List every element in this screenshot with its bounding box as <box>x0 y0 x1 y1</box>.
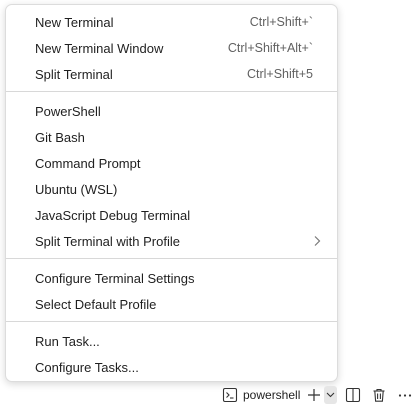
menu-item-split-terminal-with-profile[interactable]: Split Terminal with Profile <box>6 228 337 254</box>
plus-icon <box>308 389 320 401</box>
menu-item-command-prompt[interactable]: Command Prompt <box>6 150 337 176</box>
menu-item-label: Configure Tasks... <box>35 359 139 375</box>
more-icon <box>398 394 412 397</box>
menu-item-label: Select Default Profile <box>35 296 157 312</box>
menu-item-label: Command Prompt <box>35 155 141 171</box>
split-terminal-button[interactable] <box>344 386 362 404</box>
menu-item-label: Split Terminal <box>35 66 113 82</box>
kill-terminal-button[interactable] <box>370 386 388 404</box>
trash-icon <box>373 388 385 402</box>
menu-item-ubuntu-wsl[interactable]: Ubuntu (WSL) <box>6 176 337 202</box>
terminal-tab-powershell[interactable]: powershell <box>222 385 300 405</box>
menu-item-shortcut: Ctrl+Shift+5 <box>246 67 313 81</box>
menu-item-label: Configure Terminal Settings <box>35 270 195 286</box>
menu-item-label: New Terminal Window <box>35 40 164 56</box>
menu-item-run-task[interactable]: Run Task... <box>6 328 337 354</box>
menu-separator <box>6 258 337 259</box>
menu-item-powershell[interactable]: PowerShell <box>6 98 337 124</box>
menu-item-javascript-debug-terminal[interactable]: JavaScript Debug Terminal <box>6 202 337 228</box>
menu-item-configure-terminal-settings[interactable]: Configure Terminal Settings <box>6 265 337 291</box>
new-terminal-button[interactable] <box>304 385 324 405</box>
terminal-icon <box>222 387 238 403</box>
chevron-down-icon <box>326 392 335 398</box>
chevron-right-icon <box>314 236 321 246</box>
menu-item-label: Ubuntu (WSL) <box>35 181 118 197</box>
new-terminal-split-button[interactable] <box>304 384 338 406</box>
menu-separator <box>6 91 337 92</box>
menu-item-shortcut: Ctrl+Shift+` <box>249 15 313 29</box>
menu-item-new-terminal-window[interactable]: New Terminal Window Ctrl+Shift+Alt+` <box>6 35 337 61</box>
menu-item-label: Split Terminal with Profile <box>35 233 180 249</box>
menu-item-label: PowerShell <box>35 103 101 119</box>
menu-item-label: Run Task... <box>35 333 100 349</box>
menu-item-select-default-profile[interactable]: Select Default Profile <box>6 291 337 317</box>
menu-item-label: Git Bash <box>35 129 85 145</box>
menu-item-label: New Terminal <box>35 14 114 30</box>
more-actions-button[interactable] <box>396 386 414 404</box>
split-icon <box>345 387 361 403</box>
menu-item-git-bash[interactable]: Git Bash <box>6 124 337 150</box>
terminal-tab-label: powershell <box>243 388 301 402</box>
new-terminal-dropdown-button[interactable] <box>324 386 337 404</box>
menu-item-shortcut: Ctrl+Shift+Alt+` <box>227 41 313 55</box>
menu-item-configure-tasks[interactable]: Configure Tasks... <box>6 354 337 380</box>
menu-item-split-terminal[interactable]: Split Terminal Ctrl+Shift+5 <box>6 61 337 87</box>
menu-item-new-terminal[interactable]: New Terminal Ctrl+Shift+` <box>6 9 337 35</box>
menu-item-label: JavaScript Debug Terminal <box>35 207 191 223</box>
menu-separator <box>6 321 337 322</box>
terminal-panel-toolbar: powershell <box>0 382 420 414</box>
terminal-new-menu: New Terminal Ctrl+Shift+` New Terminal W… <box>5 4 338 382</box>
